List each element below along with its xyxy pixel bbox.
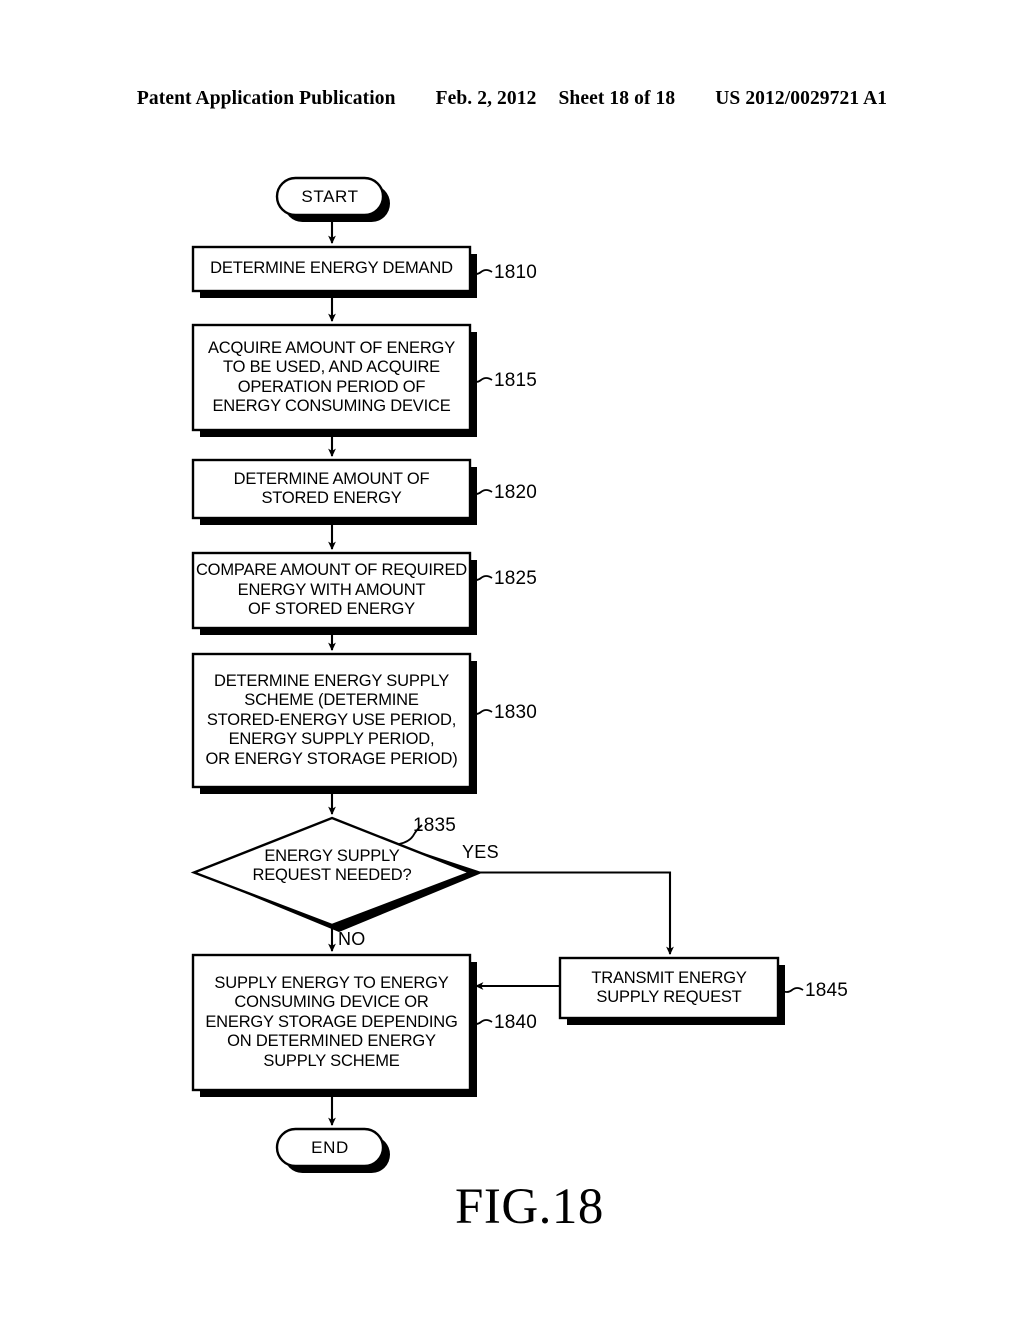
- node-1840-shape: [191, 953, 472, 1092]
- node-outline-group: [190, 176, 780, 1168]
- reference-number-1820: 1820: [494, 482, 538, 503]
- flowchart-canvas: [190, 176, 804, 1173]
- node-1810-shape: [191, 245, 472, 293]
- node-1830-shape: [191, 652, 472, 789]
- branch-label-no: NO: [338, 929, 366, 949]
- branch-label-yes: YES: [462, 842, 499, 862]
- reference-number-1815: 1815: [494, 370, 538, 391]
- end-terminal-shape: [275, 1127, 385, 1168]
- reference-number-1830: 1830: [494, 702, 538, 723]
- reference-number-1835: 1835: [413, 815, 457, 836]
- start-terminal-shape: [275, 176, 385, 217]
- reference-number-1840: 1840: [494, 1012, 538, 1033]
- figure-caption: FIG.18: [455, 1179, 604, 1235]
- node-1845-shape: [558, 956, 780, 1020]
- node-1825-shape: [191, 551, 472, 630]
- connector-1835-yes-to-1845: [470, 871, 674, 955]
- reference-number-1810: 1810: [494, 262, 538, 283]
- reference-number-1845: 1845: [805, 980, 849, 1001]
- node-1815-shape: [191, 323, 472, 432]
- node-1820-shape: [191, 458, 472, 520]
- reference-number-1825: 1825: [494, 568, 538, 589]
